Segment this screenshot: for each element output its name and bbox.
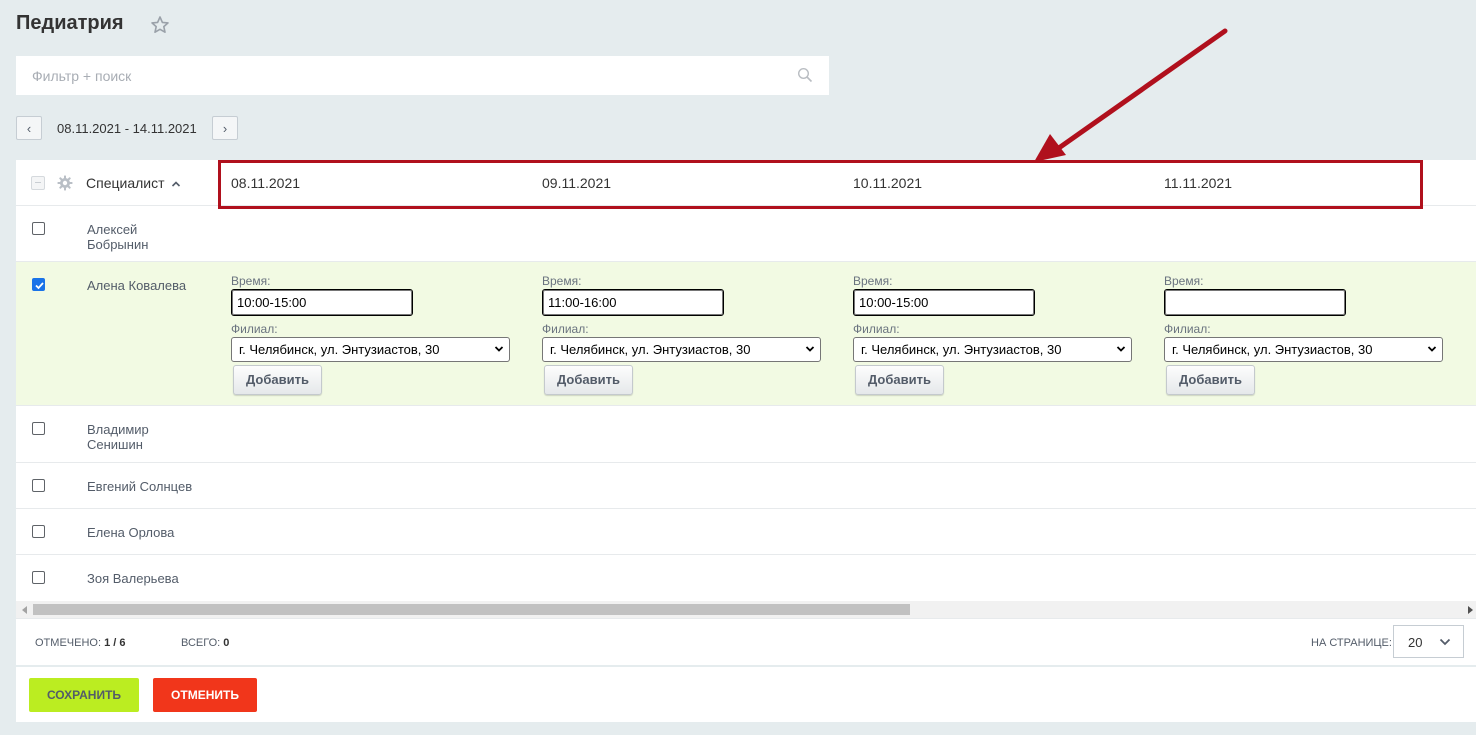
page-title: Педиатрия — [16, 12, 124, 34]
scroll-right-arrow-icon[interactable] — [1468, 606, 1473, 614]
branch-label: Филиал: — [1164, 322, 1211, 336]
prev-period-button[interactable]: ‹ — [16, 116, 42, 140]
branch-label: Филиал: — [853, 322, 900, 336]
time-label: Время: — [542, 274, 582, 288]
time-input[interactable] — [1164, 289, 1346, 316]
table-row: Евгений Солнцев — [16, 463, 1476, 509]
specialist-name: Владимир Сенишин — [87, 422, 149, 452]
table-row: Елена Орлова — [16, 509, 1476, 555]
row-checkbox[interactable] — [32, 422, 45, 435]
grid-header: Специалист 08.11.2021 09.11.2021 10.11.2… — [16, 160, 1476, 206]
marked-value: 1 / 6 — [104, 637, 126, 649]
total-counter: Всего: 0 — [181, 637, 229, 649]
star-icon[interactable] — [150, 15, 170, 35]
annotation-arrow-icon — [1034, 28, 1228, 162]
time-input[interactable] — [231, 289, 413, 316]
per-page-select[interactable]: 20 — [1393, 625, 1464, 658]
per-page-value: 20 — [1408, 635, 1423, 650]
chevron-down-icon — [1116, 346, 1126, 352]
specialist-name: Зоя Валерьева — [87, 571, 179, 586]
grid-footer: Отмечено: 1 / 6 Всего: 0 На странице: 20 — [16, 618, 1476, 665]
marked-counter: Отмечено: 1 / 6 — [35, 637, 125, 649]
search-input[interactable] — [16, 56, 776, 95]
table-row: Зоя Валерьева — [16, 555, 1476, 601]
branch-select-value: г. Челябинск, ул. Энтузиастов, 30 — [239, 342, 440, 357]
gear-icon[interactable] — [57, 175, 73, 191]
specialist-name: Евгений Солнцев — [87, 479, 193, 494]
schedule-grid: Специалист 08.11.2021 09.11.2021 10.11.2… — [16, 160, 1476, 665]
select-all-checkbox[interactable] — [31, 176, 45, 190]
action-bar: Сохранить Отменить — [16, 667, 1476, 722]
branch-select[interactable]: г. Челябинск, ул. Энтузиастов, 30 — [231, 337, 510, 362]
add-button[interactable]: Добавить — [1166, 365, 1255, 395]
column-date: 09.11.2021 — [542, 175, 612, 191]
chevron-right-icon: › — [222, 120, 228, 136]
time-label: Время: — [1164, 274, 1204, 288]
row-checkbox-checked[interactable] — [32, 278, 45, 291]
row-checkbox[interactable] — [32, 571, 45, 584]
checkmark-icon — [35, 282, 44, 290]
specialist-name: Алексей Бобрынин — [87, 222, 149, 252]
column-date: 08.11.2021 — [231, 175, 301, 191]
branch-select-value: г. Челябинск, ул. Энтузиастов, 30 — [1172, 342, 1373, 357]
chevron-down-icon — [805, 346, 815, 352]
branch-select-value: г. Челябинск, ул. Энтузиастов, 30 — [861, 342, 1062, 357]
sort-asc-icon — [172, 181, 181, 187]
search-box — [16, 56, 829, 95]
chevron-down-icon — [1439, 638, 1451, 646]
specialist-name: Алена Ковалева — [87, 278, 187, 293]
chevron-left-icon: ‹ — [26, 120, 32, 136]
search-icon[interactable] — [797, 67, 813, 83]
branch-label: Филиал: — [231, 322, 278, 336]
column-specialist-label: Специалист — [86, 175, 165, 191]
row-checkbox[interactable] — [32, 525, 45, 538]
chevron-down-icon — [1427, 346, 1437, 352]
next-period-button[interactable]: › — [212, 116, 238, 140]
branch-select-value: г. Челябинск, ул. Энтузиастов, 30 — [550, 342, 751, 357]
total-value: 0 — [223, 637, 230, 649]
branch-select[interactable]: г. Челябинск, ул. Энтузиастов, 30 — [853, 337, 1132, 362]
table-row-selected: Алена Ковалева Время: Филиал: г. Челябин… — [16, 262, 1476, 406]
add-button[interactable]: Добавить — [544, 365, 633, 395]
time-input[interactable] — [853, 289, 1035, 316]
horizontal-scrollbar[interactable] — [16, 601, 1476, 618]
schedule-cell: Время: Филиал: г. Челябинск, ул. Энтузиа… — [231, 274, 511, 395]
time-input[interactable] — [542, 289, 724, 316]
marked-label: Отмечено: — [35, 637, 101, 649]
chevron-down-icon — [494, 346, 504, 352]
column-date: 11.11.2021 — [1164, 175, 1232, 191]
add-button[interactable]: Добавить — [233, 365, 322, 395]
scrollbar-thumb[interactable] — [33, 604, 910, 615]
save-button[interactable]: Сохранить — [29, 678, 139, 712]
schedule-cell: Время: Филиал: г. Челябинск, ул. Энтузиа… — [542, 274, 822, 395]
column-date: 10.11.2021 — [853, 175, 923, 191]
column-specialist[interactable]: Специалист — [86, 175, 181, 191]
scroll-left-arrow-icon[interactable] — [22, 606, 27, 614]
add-button[interactable]: Добавить — [855, 365, 944, 395]
branch-label: Филиал: — [542, 322, 589, 336]
branch-select[interactable]: г. Челябинск, ул. Энтузиастов, 30 — [1164, 337, 1443, 362]
branch-select[interactable]: г. Челябинск, ул. Энтузиастов, 30 — [542, 337, 821, 362]
per-page-label: На странице: — [1311, 637, 1392, 649]
schedule-cell: Время: Филиал: г. Челябинск, ул. Энтузиа… — [853, 274, 1133, 395]
row-checkbox[interactable] — [32, 479, 45, 492]
period-range: 08.11.2021 - 14.11.2021 — [57, 121, 197, 136]
specialist-name: Елена Орлова — [87, 525, 175, 540]
row-checkbox[interactable] — [32, 222, 45, 235]
cancel-button[interactable]: Отменить — [153, 678, 257, 712]
time-label: Время: — [853, 274, 893, 288]
time-label: Время: — [231, 274, 271, 288]
schedule-cell: Время: Филиал: г. Челябинск, ул. Энтузиа… — [1164, 274, 1444, 395]
total-label: Всего: — [181, 637, 221, 649]
table-row: Алексей Бобрынин — [16, 207, 1476, 262]
table-row: Владимир Сенишин — [16, 406, 1476, 463]
